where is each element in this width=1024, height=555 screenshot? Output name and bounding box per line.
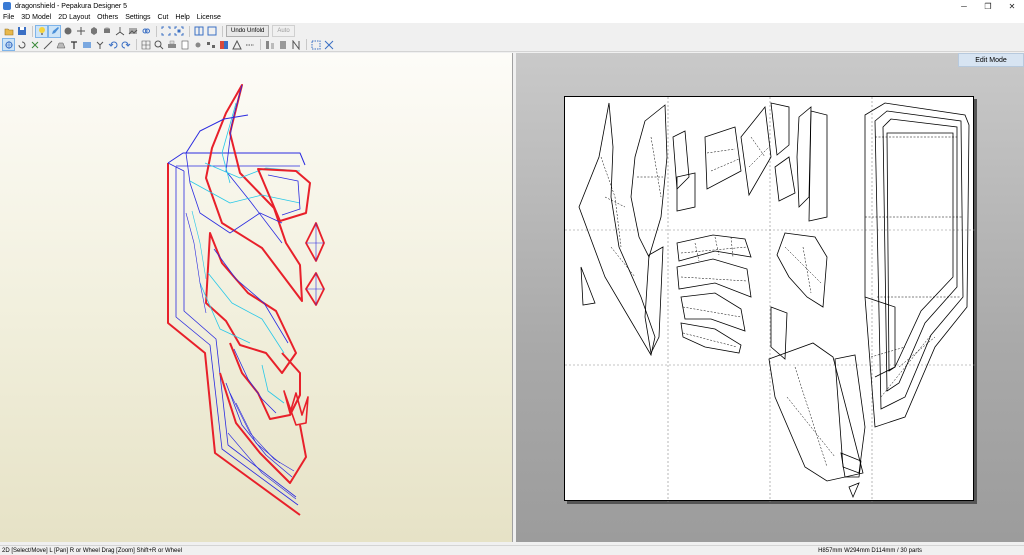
image-icon[interactable] [81,39,92,50]
pattern-icon[interactable] [231,39,242,50]
settings-icon[interactable] [192,39,203,50]
window-controls: ─ ❐ ✕ [952,0,1024,12]
cylinder-icon[interactable] [101,26,112,37]
toolbar-separator [306,39,307,50]
toolbar-separator [136,39,137,50]
menu-license[interactable]: License [197,14,221,21]
menu-others[interactable]: Others [97,14,118,21]
toolbar-separator [222,25,223,37]
page-icon[interactable] [179,39,190,50]
paint-icon[interactable] [62,26,73,37]
3d-model-drawing [167,84,325,516]
menu-bar: File 3D Model 2D Layout Others Settings … [0,12,1024,23]
maximize-button[interactable]: ❐ [976,0,1000,12]
join-icon[interactable] [94,39,105,50]
window-title: dragonshield - Pepakura Designer 5 [15,2,128,10]
flap-icon[interactable] [55,39,66,50]
pieces-icon[interactable] [205,39,216,50]
title-bar: dragonshield - Pepakura Designer 5 ─ ❐ ✕ [0,0,1024,12]
layout-paper [564,96,975,502]
menu-settings[interactable]: Settings [125,14,150,21]
toolbar-separator [32,25,33,37]
zoom-icon[interactable] [153,39,164,50]
toolbar-separator [260,39,261,50]
undo-icon[interactable] [107,39,118,50]
edit-toolbar [0,38,1024,52]
open-icon[interactable] [3,26,14,37]
edit-icon[interactable] [48,24,61,38]
fit-icon[interactable] [160,26,171,37]
fold-icon[interactable] [277,39,288,50]
3d-model-view[interactable] [0,53,513,542]
grid-icon[interactable] [140,39,151,50]
main-toolbar: Undo Unfold Auto [0,24,1024,38]
line-icon[interactable] [42,39,53,50]
texture-icon[interactable] [127,26,138,37]
toolbar-separator [156,25,157,37]
move-icon[interactable] [75,26,86,37]
select-icon[interactable] [2,38,15,51]
status-dimensions: H857mm W294mm D114mm / 30 parts [818,547,922,554]
minimize-button[interactable]: ─ [952,0,976,12]
app-icon [3,2,11,10]
undo-unfold-button[interactable]: Undo Unfold [226,25,270,37]
arrange-icon[interactable] [264,39,275,50]
light-icon[interactable] [35,24,48,38]
menu-file[interactable]: File [3,14,14,21]
auto-button[interactable]: Auto [272,25,295,37]
edge-icon[interactable] [244,39,255,50]
2d-layout-view[interactable]: Edit Mode [516,53,1024,542]
fit-all-icon[interactable] [173,26,184,37]
rotate-icon[interactable] [16,39,27,50]
redo-icon[interactable] [120,39,131,50]
menu-2d-layout[interactable]: 2D Layout [58,14,90,21]
close-button[interactable]: ✕ [1000,0,1024,12]
window-icon[interactable] [206,26,217,37]
model-icon[interactable] [88,26,99,37]
num-icon[interactable] [290,39,301,50]
edit-mode-button[interactable]: Edit Mode [958,53,1024,67]
link-icon[interactable] [140,26,151,37]
align-icon[interactable] [310,39,321,50]
status-hint: 2D [Select/Move] L [Pan] R or Wheel Drag… [2,547,183,554]
color-icon[interactable] [218,39,229,50]
menu-help[interactable]: Help [175,14,189,21]
status-bar: 2D [Select/Move] L [Pan] R or Wheel Drag… [0,545,1024,555]
menu-cut[interactable]: Cut [157,14,168,21]
text-icon[interactable] [68,39,79,50]
save-icon[interactable] [16,26,27,37]
cut-icon[interactable] [29,39,40,50]
axis-icon[interactable] [114,26,125,37]
layout-icon[interactable] [193,26,204,37]
overlap-icon[interactable] [323,39,334,50]
menu-3d-model[interactable]: 3D Model [21,14,51,21]
toolbar-separator [189,25,190,37]
print-icon[interactable] [166,39,177,50]
unfolded-parts-drawing [565,97,975,502]
